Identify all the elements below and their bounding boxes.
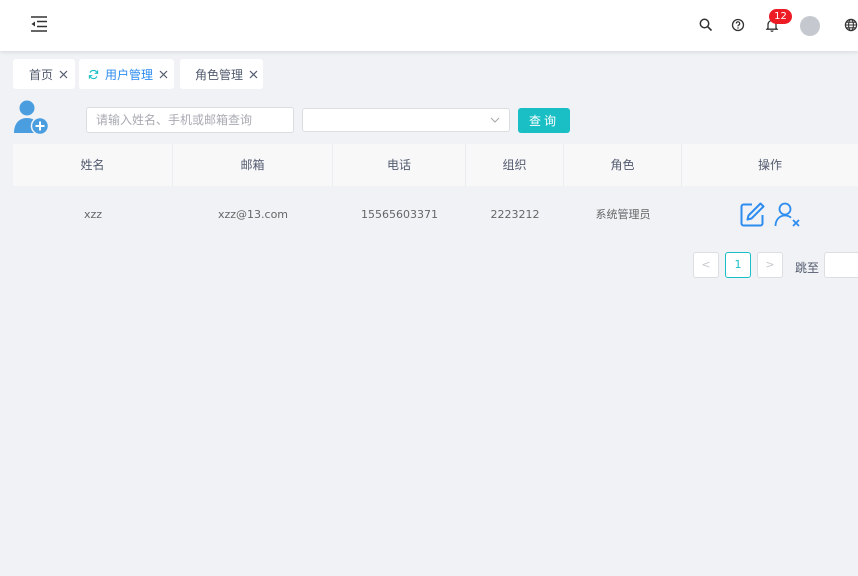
notification-badge: 12 — [769, 9, 792, 24]
column-header: 邮箱 — [173, 144, 333, 186]
prev-page-button[interactable]: < — [693, 252, 719, 278]
table-row: xzz xzz@13.com 15565603371 2223212 系统管理员 — [13, 186, 858, 244]
delete-user-icon[interactable] — [774, 201, 802, 229]
jump-label: 跳至 — [795, 261, 820, 275]
close-icon[interactable] — [159, 70, 168, 79]
refresh-icon[interactable] — [88, 69, 99, 80]
tab-home[interactable]: 首页 — [13, 59, 75, 89]
top-header: 12 — [0, 0, 858, 51]
tab-label: 用户管理 — [105, 67, 154, 82]
add-user-icon[interactable] — [13, 99, 49, 136]
jump-page-input[interactable] — [824, 252, 858, 278]
cell-role: 系统管理员 — [595, 208, 651, 221]
search-input[interactable] — [86, 107, 294, 133]
globe-icon[interactable] — [843, 17, 858, 33]
cell-email: xzz@13.com — [217, 208, 289, 221]
cell-phone: 15565603371 — [361, 208, 438, 221]
column-header: 电话 — [333, 144, 466, 186]
column-header: 姓名 — [13, 144, 173, 186]
help-icon[interactable] — [730, 17, 746, 33]
close-icon[interactable] — [249, 70, 258, 79]
tab-user-management[interactable]: 用户管理 — [79, 59, 174, 89]
tab-label: 角色管理 — [195, 67, 244, 82]
edit-icon[interactable] — [738, 201, 766, 229]
close-icon[interactable] — [59, 70, 68, 79]
column-header: 角色 — [564, 144, 682, 186]
tab-label: 首页 — [29, 67, 54, 82]
column-header: 操作 — [757, 158, 782, 172]
page-1-button[interactable]: 1 — [725, 252, 751, 278]
tab-role-management[interactable]: 角色管理 — [180, 59, 263, 89]
table-header: 姓名 邮箱 电话 组织 角色 操作 — [13, 144, 858, 186]
search-icon[interactable] — [698, 17, 714, 33]
chevron-down-icon — [490, 117, 500, 123]
column-header: 组织 — [466, 144, 564, 186]
user-table: 姓名 邮箱 电话 组织 角色 操作 xzz xzz@13.com 1556560… — [13, 144, 858, 244]
avatar[interactable] — [800, 16, 820, 36]
next-page-button[interactable]: > — [757, 252, 783, 278]
query-button[interactable]: 查询 — [518, 108, 570, 133]
filter-select[interactable] — [302, 108, 510, 132]
cell-actions — [682, 186, 858, 244]
cell-name: xzz — [83, 208, 103, 221]
menu-fold-icon[interactable] — [30, 16, 48, 32]
cell-org: 2223212 — [490, 208, 540, 221]
